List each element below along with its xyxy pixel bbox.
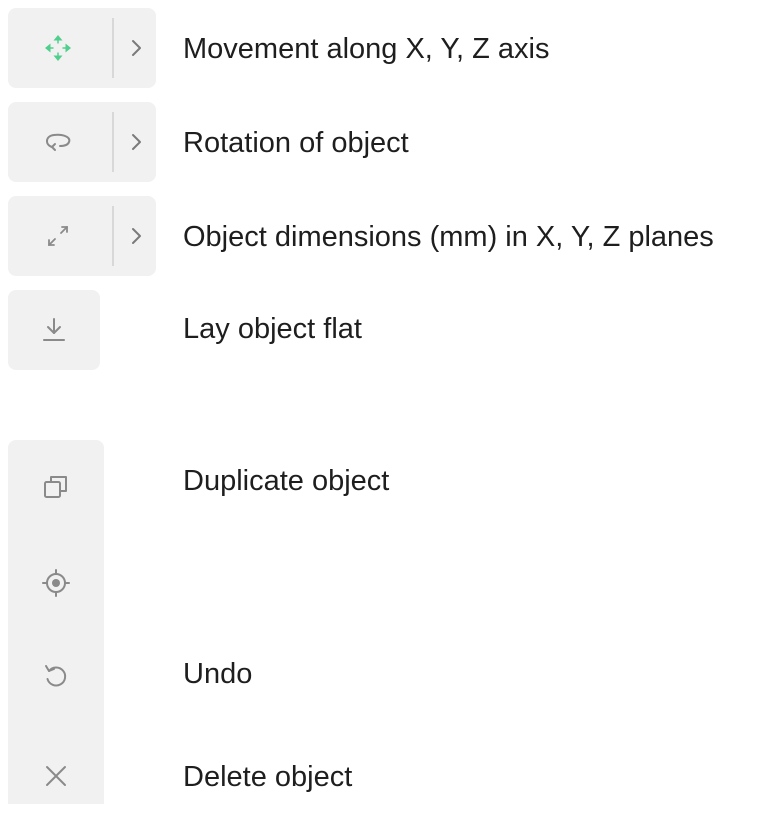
lay-flat-icon [43, 318, 65, 341]
scale-tool-label: Object dimensions (mm) in X, Y, Z planes [183, 221, 714, 253]
chevron-right-icon [132, 228, 141, 244]
lay-flat-button[interactable] [8, 290, 100, 370]
delete-label: Delete object [183, 761, 353, 793]
move-tool-expand-button[interactable] [116, 8, 156, 88]
divider [112, 112, 114, 172]
target-icon [42, 569, 70, 597]
lay-flat-tool-group [8, 290, 100, 370]
rotate-icon [46, 133, 71, 151]
rotate-tool-group [8, 102, 156, 182]
chevron-right-icon [132, 134, 141, 150]
scale-tool-expand-button[interactable] [116, 196, 156, 276]
rotate-tool-label: Rotation of object [183, 127, 409, 159]
undo-button[interactable] [8, 636, 104, 716]
chevron-right-icon [132, 40, 141, 56]
rotate-tool-button[interactable] [8, 102, 108, 182]
undo-icon [45, 665, 67, 687]
move-arrows-icon [45, 35, 71, 61]
move-tool-group [8, 8, 156, 88]
close-icon [46, 766, 66, 786]
divider [112, 18, 114, 78]
duplicate-icon [44, 476, 67, 498]
move-tool-label: Movement along X, Y, Z axis [183, 33, 550, 65]
scale-tool-group [8, 196, 156, 276]
scale-arrows-icon [48, 226, 68, 246]
delete-button[interactable] [8, 736, 104, 816]
undo-label: Undo [183, 658, 253, 690]
lay-flat-label: Lay object flat [183, 313, 362, 345]
divider [112, 206, 114, 266]
center-object-button[interactable] [8, 543, 104, 623]
duplicate-label: Duplicate object [183, 465, 390, 497]
scale-tool-button[interactable] [8, 196, 108, 276]
actions-toolbar [8, 440, 104, 804]
move-tool-button[interactable] [8, 8, 108, 88]
rotate-tool-expand-button[interactable] [116, 102, 156, 182]
duplicate-button[interactable] [8, 447, 104, 527]
